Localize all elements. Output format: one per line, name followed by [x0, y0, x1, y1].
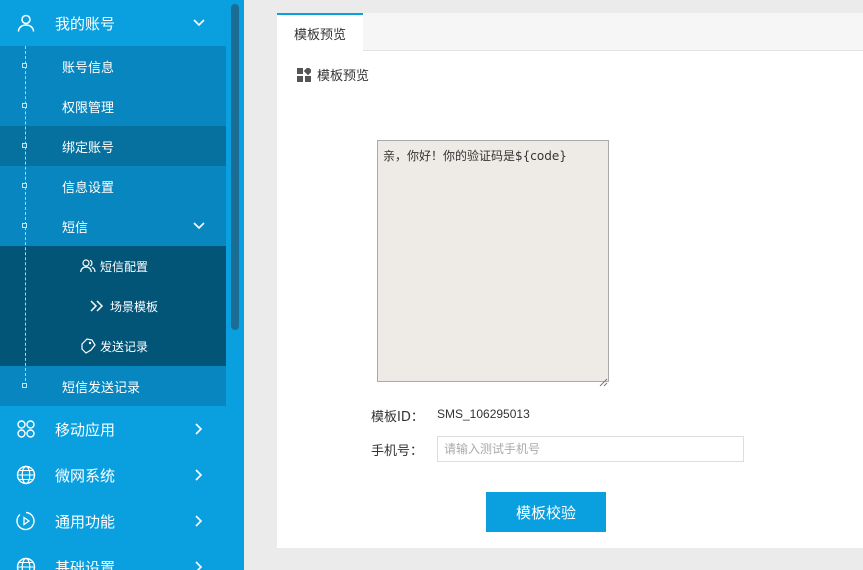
users-icon	[80, 259, 96, 276]
sidebar-item-scene-template[interactable]: 场景模板	[0, 286, 226, 326]
sidebar-item-info-settings[interactable]: 信息设置	[0, 166, 226, 206]
sidebar-item-label: 信息设置	[62, 180, 115, 196]
tag-icon	[80, 338, 96, 357]
template-preview-textarea[interactable]: 亲，你好！你的验证码是${code}	[377, 140, 609, 382]
sidebar-item-label: 场景模板	[110, 299, 159, 314]
sidebar-item-permissions[interactable]: 权限管理	[0, 86, 226, 126]
chevron-right-icon	[192, 422, 206, 436]
verify-template-button[interactable]: 模板校验	[486, 492, 606, 532]
sidebar-item-label: 基础设置	[55, 558, 116, 570]
sidebar-item-label: 短信配置	[100, 259, 149, 274]
sidebar-item-sms-send-log[interactable]: 短信发送记录	[0, 366, 226, 406]
sidebar-item-basic-settings[interactable]: 基础设置	[0, 544, 226, 570]
globe-icon	[13, 462, 39, 488]
main-panel: 模板预览 模板预览 亲，你好！你的验证码是${code} 模板ID： SMS_1…	[277, 13, 863, 548]
chevron-right-icon	[192, 514, 206, 528]
double-chevron-right-icon	[90, 300, 104, 315]
sidebar-item-micro-site[interactable]: 微网系统	[0, 452, 226, 498]
tree-node	[22, 183, 27, 188]
user-icon	[13, 10, 39, 36]
chevron-right-icon	[192, 468, 206, 482]
chevron-right-icon	[192, 560, 206, 570]
chevron-down-icon	[192, 219, 206, 233]
tree-node	[22, 383, 27, 388]
sidebar: 我的账号 账号信息 权限管理 绑定账号 信息设置 短信 短信配置 场景模板 发送…	[0, 0, 226, 570]
tree-node	[22, 103, 27, 108]
grid-icon	[297, 66, 313, 82]
sidebar-item-label: 我的账号	[55, 14, 116, 33]
tab-template-preview[interactable]: 模板预览	[277, 13, 363, 51]
section-title-text: 模板预览	[317, 69, 370, 84]
sidebar-scrollbar-thumb[interactable]	[231, 4, 239, 330]
sidebar-item-sms[interactable]: 短信	[0, 206, 226, 246]
template-id-value: SMS_106295013	[437, 407, 530, 421]
resize-grip-icon[interactable]	[599, 372, 608, 387]
sidebar-item-label: 微网系统	[55, 466, 116, 485]
phone-label: 手机号：	[371, 444, 424, 459]
sidebar-item-label: 移动应用	[55, 420, 116, 439]
sidebar-item-label: 通用功能	[55, 512, 116, 531]
sidebar-item-my-account[interactable]: 我的账号	[0, 0, 226, 46]
sidebar-item-mobile-apps[interactable]: 移动应用	[0, 406, 226, 452]
sidebar-item-label: 短信发送记录	[62, 380, 141, 396]
sidebar-item-account-info[interactable]: 账号信息	[0, 46, 226, 86]
tree-connector	[25, 46, 26, 386]
tab-bar: 模板预览	[277, 13, 863, 51]
sidebar-item-label: 发送记录	[100, 339, 149, 354]
tree-node	[22, 223, 27, 228]
sidebar-item-label: 账号信息	[62, 60, 115, 76]
chevron-down-icon	[192, 16, 206, 30]
play-circle-icon	[13, 508, 39, 534]
sidebar-item-sms-config[interactable]: 短信配置	[0, 246, 226, 286]
template-id-label: 模板ID：	[371, 410, 424, 425]
sidebar-item-label: 短信	[62, 220, 89, 236]
sidebar-item-bind-account[interactable]: 绑定账号	[0, 126, 226, 166]
tree-node	[22, 143, 27, 148]
globe-icon	[13, 554, 39, 570]
tree-node	[22, 63, 27, 68]
apps-icon	[13, 416, 39, 442]
sidebar-item-label: 绑定账号	[62, 140, 115, 156]
sidebar-item-label: 权限管理	[62, 100, 115, 116]
sidebar-item-common-functions[interactable]: 通用功能	[0, 498, 226, 544]
sidebar-item-send-log[interactable]: 发送记录	[0, 326, 226, 366]
section-title: 模板预览	[297, 65, 369, 84]
phone-input[interactable]	[437, 436, 744, 462]
